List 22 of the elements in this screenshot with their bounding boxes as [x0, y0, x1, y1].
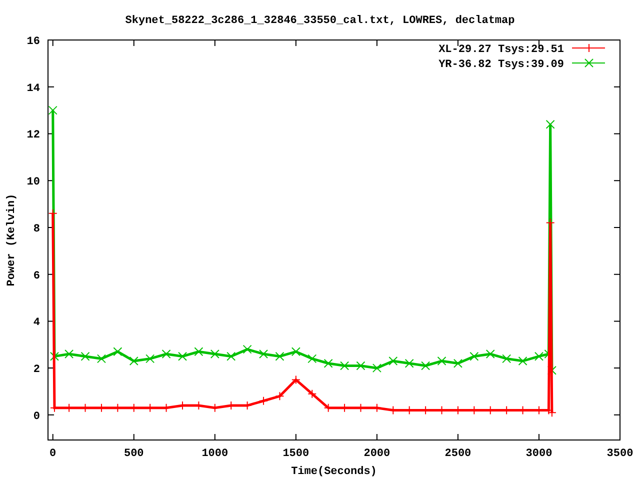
- y-tick-label: 0: [33, 410, 40, 423]
- x-tick-label: 3500: [606, 448, 634, 460]
- x-tick-label: 2500: [444, 448, 472, 460]
- y-axis-label: Power (Kelvin): [6, 194, 18, 286]
- y-tick-label: 8: [33, 223, 40, 236]
- y-tick-label: 2: [33, 364, 40, 376]
- y-tick-label: 14: [26, 82, 40, 95]
- legend-label: XL-29.27 Tsys:29.51: [438, 44, 564, 56]
- legend-label: YR-36.82 Tsys:39.09: [438, 59, 564, 71]
- y-tick-label: 10: [26, 176, 40, 189]
- y-tick-label: 16: [26, 36, 40, 48]
- x-tick-label: 1500: [282, 448, 310, 460]
- x-tick-label: 3000: [526, 448, 552, 460]
- x-tick-label: 1000: [202, 448, 228, 460]
- y-tick-label: 12: [26, 130, 40, 142]
- x-axis-label: Time(Seconds): [291, 466, 377, 478]
- x-tick-label: 500: [124, 448, 144, 460]
- x-tick-label: 2000: [364, 448, 390, 460]
- x-tick-label: 0: [50, 448, 56, 460]
- y-tick-label: 4: [33, 317, 40, 330]
- chart-title: Skynet_58222_3c286_1_32846_33550_cal.txt, LOWRES, declatmap: [125, 15, 515, 27]
- y-tick-label: 6: [33, 270, 40, 282]
